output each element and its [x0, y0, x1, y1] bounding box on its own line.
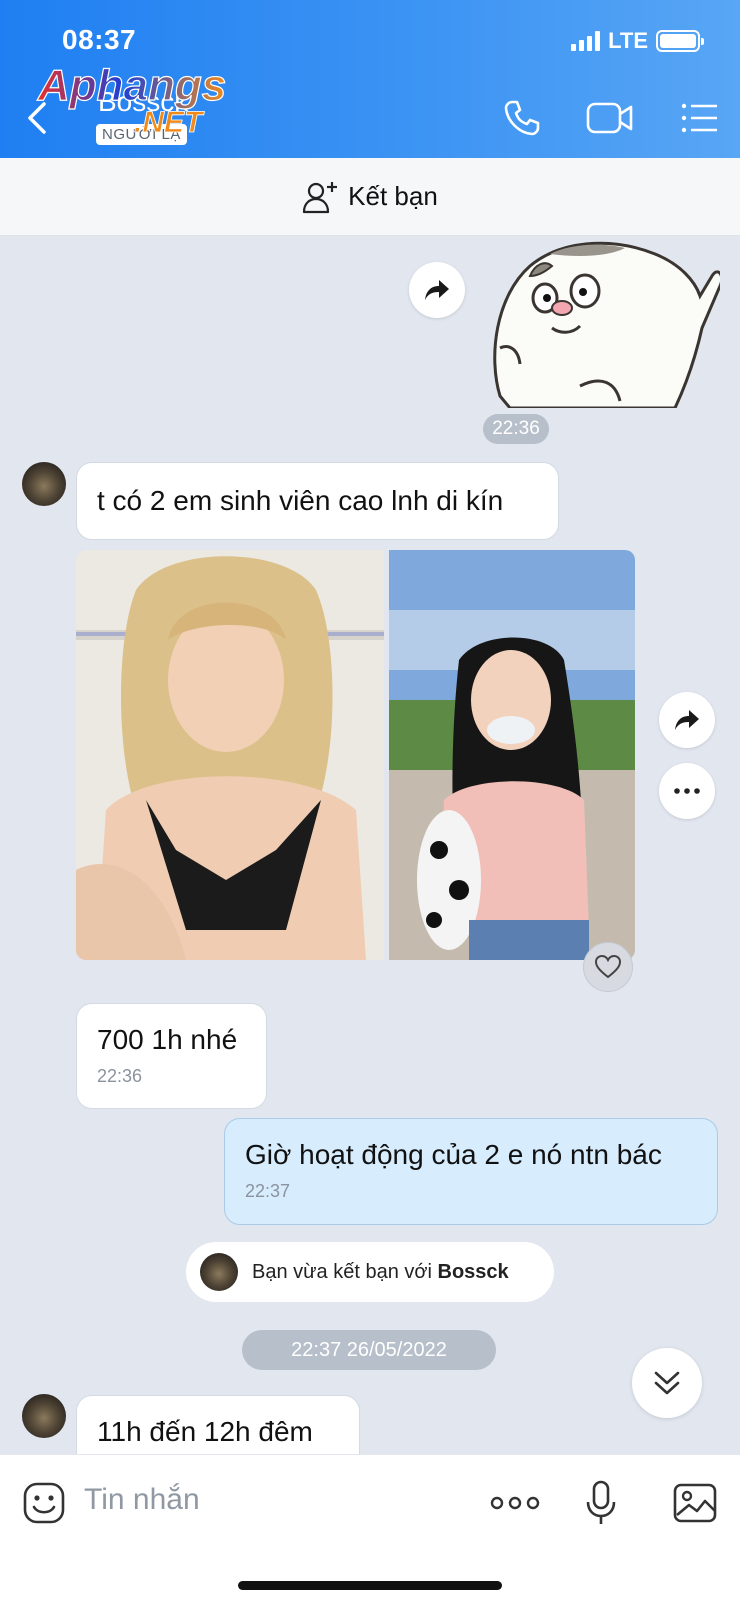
- battery-icon: [656, 30, 704, 52]
- microphone-icon[interactable]: [584, 1475, 618, 1531]
- phone-icon[interactable]: [500, 96, 544, 140]
- cat-sticker: [493, 241, 720, 408]
- add-friend-label: Kết bạn: [348, 181, 438, 211]
- scroll-to-bottom-button[interactable]: [632, 1348, 702, 1418]
- message-input[interactable]: Tin nhắn: [84, 1483, 200, 1517]
- forward-button[interactable]: [659, 692, 715, 748]
- my-message-bubble[interactable]: Giờ hoạt động của 2 e nó ntn bác 22:37: [224, 1118, 718, 1225]
- date-separator: 22:37 26/05/2022: [242, 1330, 496, 1370]
- message-time: 22:37: [245, 1181, 291, 1201]
- message-text: 11h đến 12h đêm: [97, 1416, 313, 1447]
- forward-icon: [425, 280, 449, 300]
- watermark-logo: Aphangs .NET: [36, 60, 226, 138]
- more-options-button[interactable]: [659, 763, 715, 819]
- notice-text: Bạn vừa kết bạn với: [252, 1260, 432, 1283]
- message-time: 22:36: [97, 1066, 143, 1086]
- time-stamp: 22:36: [483, 414, 549, 444]
- menu-icon[interactable]: [680, 96, 720, 140]
- sticker-icon[interactable]: [20, 1475, 68, 1531]
- network-label: LTE: [608, 28, 648, 53]
- message-bubble[interactable]: t có 2 em sinh viên cao lnh di kín: [76, 462, 559, 540]
- like-reaction-button[interactable]: [583, 942, 633, 992]
- message-text: Giờ hoạt động của 2 e nó ntn bác: [245, 1139, 662, 1170]
- notice-contact-name: Bossck: [437, 1260, 509, 1283]
- photo-attachment-1[interactable]: [76, 550, 384, 960]
- more-icon[interactable]: [490, 1475, 540, 1531]
- avatar[interactable]: [22, 462, 66, 506]
- heart-icon: [595, 955, 621, 979]
- message-bubble[interactable]: 700 1h nhé 22:36: [76, 1003, 267, 1109]
- message-text: t có 2 em sinh viên cao lnh di kín: [97, 485, 504, 516]
- more-icon: [674, 788, 700, 794]
- forward-button[interactable]: [409, 262, 465, 318]
- status-time: 08:37: [62, 24, 137, 55]
- message-text: 700 1h nhé: [97, 1024, 238, 1055]
- image-icon[interactable]: [672, 1475, 718, 1531]
- avatar[interactable]: [22, 1394, 66, 1438]
- message-input-bar: Tin nhắn: [0, 1454, 740, 1600]
- forward-icon: [675, 710, 699, 730]
- svg-text:.NET: .NET: [134, 106, 205, 138]
- signal-icon: [571, 31, 601, 51]
- home-indicator: [238, 1581, 502, 1590]
- friend-added-notice: Bạn vừa kết bạn với Bossck: [186, 1242, 554, 1302]
- video-call-icon[interactable]: [585, 96, 635, 140]
- photo-attachment-2[interactable]: [389, 550, 635, 960]
- chat-header: 08:37 LTE Bossck NGƯỜI LẠ Aphangs .NET: [0, 0, 740, 158]
- status-indicators: LTE: [571, 28, 704, 54]
- add-user-icon: [303, 181, 338, 213]
- svg-text:Aphangs: Aphangs: [37, 61, 226, 110]
- avatar: [200, 1253, 238, 1291]
- double-chevron-down-icon: [654, 1371, 680, 1395]
- add-friend-button[interactable]: Kết bạn: [0, 158, 740, 236]
